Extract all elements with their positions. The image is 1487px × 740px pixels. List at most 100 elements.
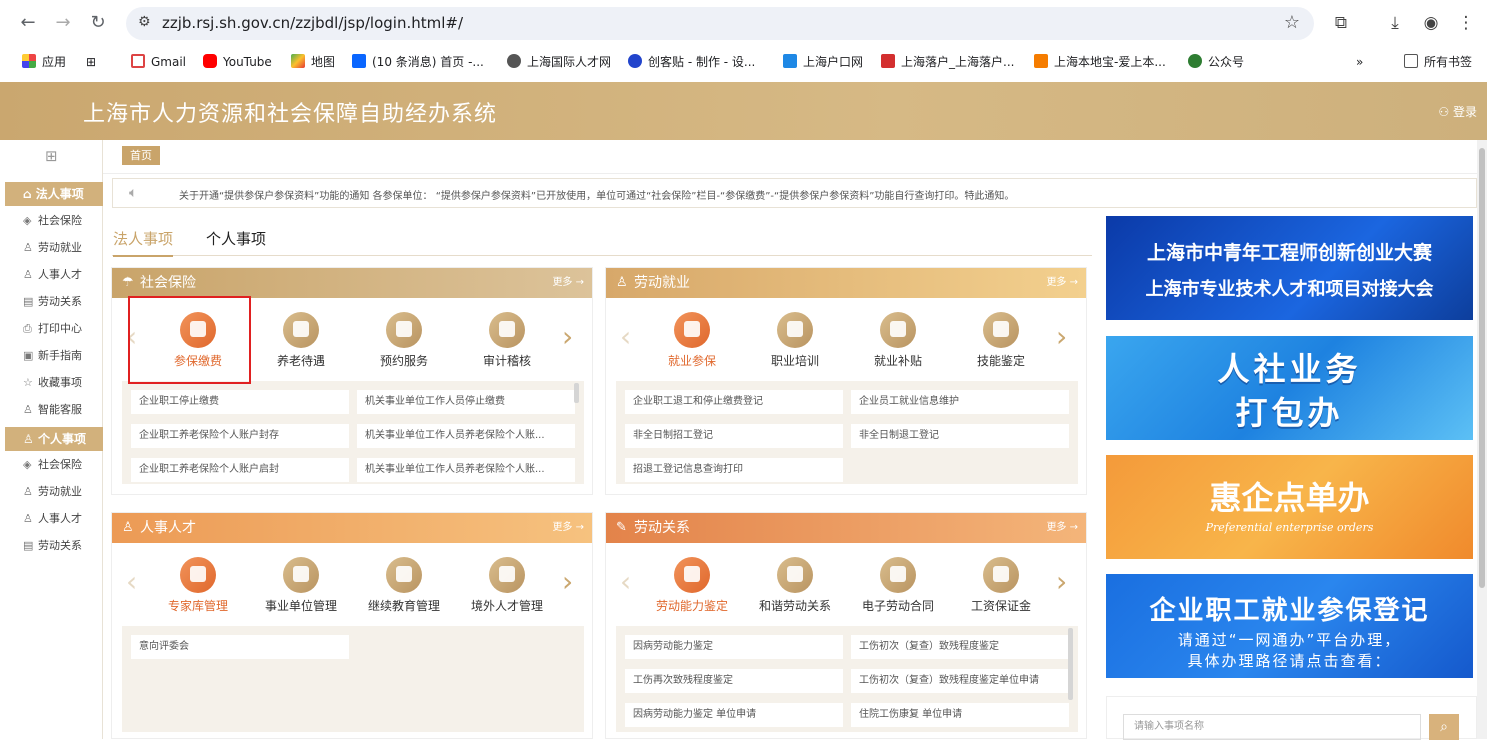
prev-arrow-icon[interactable]: ‹ — [620, 320, 631, 353]
list-item[interactable]: 机关事业单位工作人员养老保险个人账... — [357, 424, 575, 448]
bookmark-gmail[interactable]: Gmail — [131, 53, 186, 71]
grid-icon[interactable]: ⊞ — [86, 53, 96, 71]
bookmark-gongzhonghao[interactable]: 公众号 — [1188, 53, 1244, 71]
login-button[interactable]: ⚇ 登录 — [1438, 103, 1477, 120]
service-zhuanjia[interactable]: 专家库管理 — [148, 557, 248, 614]
list-item[interactable]: 机关事业单位工作人员养老保险个人账... — [357, 458, 575, 482]
notice-text[interactable]: 关于开通“提供参保户参保资料”功能的通知 各参保单位： “提供参保户参保资料”已… — [179, 187, 1014, 202]
service-peixun[interactable]: 职业培训 — [745, 312, 845, 369]
service-nengli[interactable]: 劳动能力鉴定 — [642, 557, 742, 614]
bookmark-luohu[interactable]: 上海落户_上海落户... — [881, 53, 1014, 71]
site-info-icon[interactable]: ⚙ — [138, 14, 151, 30]
breadcrumb-home[interactable]: 首页 — [122, 146, 160, 165]
sidebar-item-print[interactable]: ⎙ 打印中心 — [23, 319, 82, 339]
sidebar-item-p-relations[interactable]: ▤ 劳动关系 — [23, 536, 82, 556]
list-item[interactable]: 住院工伤康复 单位申请 — [851, 703, 1069, 727]
bookmark-star-icon[interactable]: ☆ — [1284, 12, 1300, 33]
bookmark-zhihu[interactable]: (10 条消息) 首页 -... — [352, 53, 484, 71]
list-item[interactable]: 非全日制招工登记 — [625, 424, 843, 448]
sidebar-toggle-icon[interactable]: ⊞ — [45, 147, 58, 165]
service-jiaoyu[interactable]: 继续教育管理 — [354, 557, 454, 614]
sidebar-item-relations[interactable]: ▤ 劳动关系 — [23, 292, 82, 312]
profile-icon[interactable]: ◉ — [1420, 12, 1442, 34]
bookmark-chuangketie[interactable]: 创客贴 - 制作 - 设... — [628, 53, 755, 71]
list-item[interactable]: 因病劳动能力鉴定 单位申请 — [625, 703, 843, 727]
back-icon[interactable]: ← — [17, 12, 39, 34]
list-item[interactable]: 因病劳动能力鉴定 — [625, 635, 843, 659]
bookmark-maps[interactable]: 地图 — [291, 53, 335, 71]
sidebar-item-service[interactable]: ♙ 智能客服 — [23, 400, 82, 420]
sidebar-item-favorites[interactable]: ☆ 收藏事项 — [23, 373, 82, 393]
list-item[interactable]: 企业职工退工和停止缴费登记 — [625, 390, 843, 414]
sidebar-item-employment[interactable]: ♙ 劳动就业 — [23, 238, 82, 258]
sidebar-item-social[interactable]: ◈ 社会保险 — [23, 211, 82, 231]
bookmark-bendibao[interactable]: 上海本地宝-爱上本... — [1034, 53, 1166, 71]
service-hetong[interactable]: 电子劳动合同 — [848, 557, 948, 614]
bookmark-all[interactable]: 所有书签 — [1404, 53, 1472, 71]
sidebar-item-p-talent[interactable]: ♙ 人事人才 — [23, 509, 82, 529]
menu-icon[interactable]: ⋮ — [1455, 12, 1477, 34]
next-arrow-icon[interactable]: › — [1056, 320, 1067, 353]
list-item[interactable]: 机关事业单位工作人员停止缴费 — [357, 390, 575, 414]
sidebar-section-personal[interactable]: ♙ 个人事项 — [5, 427, 103, 451]
service-jiuye[interactable]: 就业参保 — [642, 312, 742, 369]
service-gongzi[interactable]: 工资保证金 — [951, 557, 1051, 614]
sidebar-section-corporate[interactable]: ⌂ 法人事项 — [5, 182, 103, 206]
reload-icon[interactable]: ↻ — [87, 12, 109, 34]
next-arrow-icon[interactable]: › — [1056, 565, 1067, 598]
prev-arrow-icon[interactable]: ‹ — [126, 565, 137, 598]
service-jianding[interactable]: 技能鉴定 — [951, 312, 1051, 369]
page-scrollbar[interactable] — [1477, 140, 1487, 739]
more-link[interactable]: 更多 → — [1046, 513, 1078, 543]
sidebar-item-p-social[interactable]: ◈ 社会保险 — [23, 455, 82, 475]
item-list: 企业职工停止缴费 机关事业单位工作人员停止缴费 企业职工养老保险个人账户封存 机… — [122, 381, 584, 484]
sidebar-item-guide[interactable]: ▣ 新手指南 — [23, 346, 82, 366]
banner-package-service[interactable]: 人社业务 打包办 — [1106, 336, 1473, 440]
service-jingwai[interactable]: 境外人才管理 — [457, 557, 557, 614]
banner-employee-registration[interactable]: 企业职工就业参保登记 请通过“一网通办”平台办理， 具体办理路径请点击查看： — [1106, 574, 1473, 678]
download-icon[interactable]: ⤓ — [1384, 12, 1406, 34]
service-shiye[interactable]: 事业单位管理 — [251, 557, 351, 614]
list-item[interactable]: 工伤初次（复查）致残程度鉴定单位申请 — [851, 669, 1069, 693]
service-hexie[interactable]: 和谐劳动关系 — [745, 557, 845, 614]
list-item[interactable]: 工伤再次致残程度鉴定 — [625, 669, 843, 693]
service-yanglao[interactable]: 养老待遇 — [251, 312, 351, 369]
list-scrollbar[interactable] — [574, 383, 579, 403]
sidebar-item-talent[interactable]: ♙ 人事人才 — [23, 265, 82, 285]
more-link[interactable]: 更多 → — [552, 268, 584, 298]
extensions-icon[interactable]: ⧉ — [1330, 12, 1352, 34]
more-link[interactable]: 更多 → — [552, 513, 584, 543]
bookmark-youtube[interactable]: YouTube — [203, 53, 272, 71]
people-icon: ♙ — [23, 512, 33, 525]
list-item[interactable]: 企业员工就业信息维护 — [851, 390, 1069, 414]
list-item[interactable]: 工伤初次（复查）致残程度鉴定 — [851, 635, 1069, 659]
bookmark-talent[interactable]: 上海国际人才网 — [507, 53, 611, 71]
list-item[interactable]: 意向评委会 — [131, 635, 349, 659]
scrollbar-thumb[interactable] — [1479, 148, 1485, 588]
sidebar-item-p-employment[interactable]: ♙ 劳动就业 — [23, 482, 82, 502]
bookmark-apps[interactable]: 应用 — [22, 53, 66, 71]
list-item[interactable]: 企业职工养老保险个人账户启封 — [131, 458, 349, 482]
search-input[interactable]: 请输入事项名称 — [1123, 714, 1421, 740]
banner-enterprise-orders[interactable]: 惠企点单办 Preferential enterprise orders — [1106, 455, 1473, 559]
banner-engineer-contest[interactable]: 上海市中青年工程师创新创业大赛 上海市专业技术人才和项目对接大会 — [1106, 216, 1473, 320]
next-arrow-icon[interactable]: › — [562, 320, 573, 353]
more-link[interactable]: 更多 → — [1046, 268, 1078, 298]
bookmark-hukou[interactable]: 上海户口网 — [783, 53, 863, 71]
service-yuyue[interactable]: 预约服务 — [354, 312, 454, 369]
forward-icon[interactable]: → — [52, 12, 74, 34]
next-arrow-icon[interactable]: › — [562, 565, 573, 598]
prev-arrow-icon[interactable]: ‹ — [620, 565, 631, 598]
list-scrollbar[interactable] — [1068, 628, 1073, 700]
list-item[interactable]: 非全日制退工登记 — [851, 424, 1069, 448]
service-butie[interactable]: 就业补贴 — [848, 312, 948, 369]
service-shenji[interactable]: 审计稽核 — [457, 312, 557, 369]
list-item[interactable]: 企业职工养老保险个人账户封存 — [131, 424, 349, 448]
tab-personal[interactable]: 个人事项 — [206, 228, 266, 249]
more-bookmarks-icon[interactable]: » — [1356, 53, 1363, 71]
address-bar[interactable]: ⚙ zzjb.rsj.sh.gov.cn/zzjbdl/jsp/login.ht… — [126, 7, 1314, 40]
list-item[interactable]: 企业职工停止缴费 — [131, 390, 349, 414]
search-button[interactable]: ⌕ — [1429, 714, 1459, 740]
tab-corporate[interactable]: 法人事项 — [113, 228, 174, 257]
list-item[interactable]: 招退工登记信息查询打印 — [625, 458, 843, 482]
